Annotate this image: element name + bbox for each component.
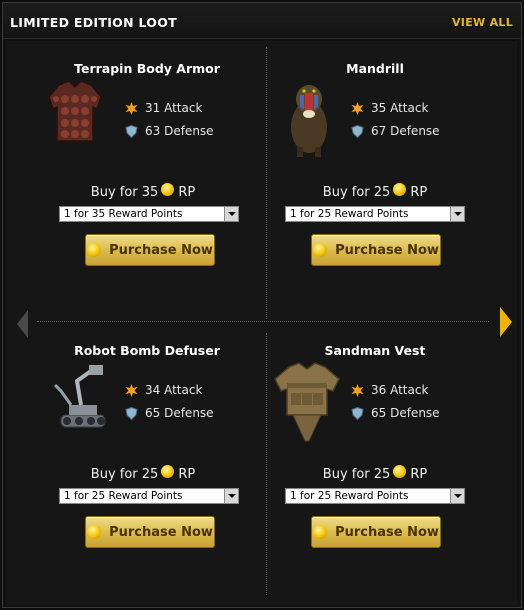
loot-widget: LIMITED EDITION LOOT VIEW ALL Terrapin B… bbox=[2, 2, 522, 608]
buy-price-text: Buy for 25 bbox=[322, 185, 391, 200]
shield-icon bbox=[125, 406, 138, 420]
armor-vest-image bbox=[45, 79, 117, 151]
buy-price-text: Buy for 25 bbox=[322, 467, 391, 482]
defense-value: 65 Defense bbox=[371, 406, 440, 420]
prev-page-arrow-icon[interactable] bbox=[17, 310, 28, 338]
defense-value: 65 Defense bbox=[145, 406, 214, 420]
attack-burst-icon bbox=[351, 101, 364, 115]
chevron-down-icon[interactable] bbox=[450, 207, 464, 221]
shield-icon bbox=[351, 124, 364, 138]
currency-label: RP bbox=[178, 185, 196, 200]
attack-value: 31 Attack bbox=[145, 101, 203, 115]
loot-item-card: Sandman Vest 36 Attack 65 Defense Buy fo… bbox=[265, 343, 485, 563]
defense-value: 67 Defense bbox=[371, 124, 440, 138]
quantity-select[interactable]: 1 for 25 Reward Points bbox=[285, 488, 465, 504]
attack-stat: 31 Attack bbox=[125, 101, 202, 115]
defense-value: 63 Defense bbox=[145, 124, 214, 138]
attack-stat: 35 Attack bbox=[351, 101, 428, 115]
defense-stat: 65 Defense bbox=[351, 406, 440, 420]
quantity-select[interactable]: 1 for 35 Reward Points bbox=[59, 206, 239, 222]
tactical-vest-image bbox=[269, 361, 341, 442]
buy-price: Buy for 25 RP bbox=[265, 465, 485, 482]
item-name: Terrapin Body Armor bbox=[74, 61, 220, 76]
item-name: Sandman Vest bbox=[324, 343, 426, 358]
quantity-select-value: 1 for 25 Reward Points bbox=[290, 490, 409, 502]
item-name: Mandrill bbox=[346, 61, 404, 76]
buy-price: Buy for 25 RP bbox=[33, 465, 253, 482]
mandrill-image bbox=[279, 79, 351, 157]
attack-burst-icon bbox=[125, 101, 138, 115]
quantity-select-value: 1 for 25 Reward Points bbox=[290, 208, 409, 220]
quantity-select[interactable]: 1 for 25 Reward Points bbox=[59, 488, 239, 504]
purchase-now-button[interactable]: Purchase Now bbox=[85, 516, 215, 548]
purchase-now-button[interactable]: Purchase Now bbox=[85, 234, 215, 266]
coin-icon bbox=[393, 465, 407, 478]
currency-label: RP bbox=[178, 467, 196, 482]
attack-stat: 34 Attack bbox=[125, 383, 202, 397]
currency-label: RP bbox=[410, 185, 428, 200]
loot-item-card: Robot Bomb Defuser 34 Attack 65 Defense bbox=[37, 343, 257, 563]
buy-price-text: Buy for 25 bbox=[90, 467, 159, 482]
widget-title: LIMITED EDITION LOOT bbox=[10, 15, 177, 30]
purchase-button-label: Purchase Now bbox=[335, 524, 439, 540]
chevron-down-icon[interactable] bbox=[224, 207, 238, 221]
coin-icon bbox=[87, 243, 102, 257]
next-page-arrow-icon[interactable] bbox=[500, 307, 512, 337]
attack-value: 36 Attack bbox=[371, 383, 429, 397]
attack-burst-icon bbox=[125, 383, 138, 397]
attack-stat: 36 Attack bbox=[351, 383, 428, 397]
chevron-down-icon[interactable] bbox=[450, 489, 464, 503]
defense-stat: 67 Defense bbox=[351, 124, 440, 138]
purchase-button-label: Purchase Now bbox=[109, 524, 213, 540]
buy-price-text: Buy for 35 bbox=[90, 185, 159, 200]
currency-label: RP bbox=[410, 467, 428, 482]
quantity-select-value: 1 for 35 Reward Points bbox=[64, 208, 183, 220]
view-all-link[interactable]: VIEW ALL bbox=[452, 16, 513, 29]
coin-icon bbox=[393, 183, 407, 196]
quantity-select[interactable]: 1 for 25 Reward Points bbox=[285, 206, 465, 222]
item-name: Robot Bomb Defuser bbox=[74, 343, 220, 358]
shield-icon bbox=[351, 406, 364, 420]
purchase-button-label: Purchase Now bbox=[335, 242, 439, 258]
loot-item-card: Terrapin Body Armor 31 Attack 63 Defense… bbox=[37, 61, 257, 281]
attack-burst-icon bbox=[351, 383, 364, 397]
buy-price: Buy for 35 RP bbox=[33, 183, 253, 200]
purchase-now-button[interactable]: Purchase Now bbox=[311, 234, 441, 266]
coin-icon bbox=[161, 465, 175, 478]
purchase-now-button[interactable]: Purchase Now bbox=[311, 516, 441, 548]
coin-icon bbox=[161, 183, 175, 196]
coin-icon bbox=[313, 243, 328, 257]
buy-price: Buy for 25 RP bbox=[265, 183, 485, 200]
widget-header: LIMITED EDITION LOOT VIEW ALL bbox=[3, 3, 521, 39]
quantity-select-value: 1 for 25 Reward Points bbox=[64, 490, 183, 502]
coin-icon bbox=[313, 525, 328, 539]
defense-stat: 65 Defense bbox=[125, 406, 214, 420]
purchase-button-label: Purchase Now bbox=[109, 242, 213, 258]
chevron-down-icon[interactable] bbox=[224, 489, 238, 503]
attack-value: 35 Attack bbox=[371, 101, 429, 115]
defense-stat: 63 Defense bbox=[125, 124, 214, 138]
attack-value: 34 Attack bbox=[145, 383, 203, 397]
robot-image bbox=[51, 361, 123, 433]
loot-item-card: Mandrill 35 Attack 67 Defense Buy for 25… bbox=[265, 61, 485, 281]
row-divider bbox=[37, 321, 489, 322]
coin-icon bbox=[87, 525, 102, 539]
shield-icon bbox=[125, 124, 138, 138]
